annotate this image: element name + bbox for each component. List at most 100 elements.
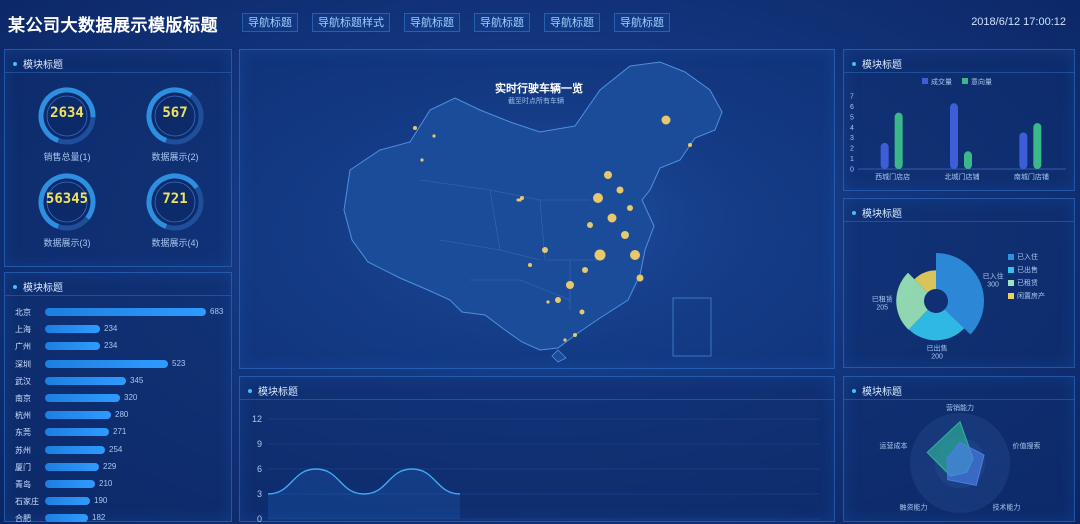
bullet-icon	[852, 61, 856, 66]
slice-label: 已入住	[983, 271, 1004, 280]
city-bar	[45, 308, 206, 316]
city-row: 苏州 254	[15, 444, 235, 456]
city-name: 南京	[15, 394, 31, 403]
line-panel: 模块标题 0 3 6 9 12	[239, 376, 835, 523]
radar-panel: 模块标题 营销能力 价值搜索 技术能力 融资能力 运营成本	[843, 376, 1075, 522]
line-chart: 0 3 6 9 12	[252, 414, 820, 523]
gauge-value: 567	[162, 105, 188, 121]
bar	[1019, 132, 1028, 169]
pie-panel: 模块标题 已入住 300 已出售 200 已租赁 205 已入住 已出售 已租赁 闲置房产	[843, 198, 1075, 368]
y-tick-label: 0	[850, 167, 854, 174]
panel-title: 模块标题	[862, 60, 902, 71]
city-name: 青岛	[15, 480, 31, 489]
city-value: 210	[99, 479, 113, 488]
legend-swatch	[1008, 267, 1014, 273]
y-tick-label: 6	[850, 104, 854, 111]
y-tick-label: 9	[257, 439, 262, 449]
city-bar	[45, 325, 100, 334]
cities-panel: 模块标题 北京 683 上海 234 广州 234 深圳 523 武汉 345 南京 320 杭州 280…	[4, 272, 235, 524]
panel-title: 模块标题	[862, 209, 902, 220]
city-name: 厦门	[15, 462, 31, 472]
gauge-label: 数据展示(3)	[43, 238, 91, 248]
gauge-1: 2634 销售总量(1)	[37, 86, 97, 163]
legend-label: 已入住	[1017, 252, 1038, 261]
bullet-icon	[852, 210, 856, 215]
panel-title: 模块标题	[23, 60, 63, 71]
legend-label: 已租赁	[1017, 278, 1038, 287]
city-value: 683	[210, 307, 224, 316]
panel-title: 模块标题	[23, 283, 63, 294]
bullet-icon	[248, 388, 252, 393]
header: 某公司大数据展示模版标题 导航标题 导航标题样式 导航标题 导航标题 导航标题 …	[0, 0, 1080, 46]
legend-label: 成交量	[931, 77, 952, 86]
city-row: 北京 683	[15, 306, 235, 318]
city-row: 上海 234	[15, 323, 235, 335]
gauge-value: 721	[162, 191, 188, 207]
legend-swatch	[922, 78, 928, 84]
y-tick-label: 6	[257, 464, 262, 474]
x-tick-label: 南城门店铺	[1014, 172, 1049, 181]
city-name: 武汉	[15, 376, 31, 386]
legend-swatch	[1008, 254, 1014, 260]
bullet-icon	[13, 284, 17, 289]
city-name: 东莞	[15, 428, 31, 438]
radar-indicator: 融资能力	[900, 503, 928, 512]
gauge-label: 数据展示(2)	[151, 152, 199, 162]
y-tick-label: 2	[850, 146, 854, 153]
city-value: 190	[94, 496, 108, 506]
slice-value: 300	[987, 281, 999, 288]
city-row: 广州 234	[15, 340, 235, 352]
city-bar	[45, 462, 99, 471]
y-tick-label: 12	[252, 414, 262, 424]
page-title: 某公司大数据展示模版标题	[8, 16, 218, 35]
city-row: 武汉 345	[15, 375, 235, 387]
y-tick-label: 5	[850, 114, 854, 121]
gauge-label: 数据展示(4)	[151, 238, 199, 248]
city-value: 254	[109, 444, 123, 454]
city-name: 北京	[15, 308, 31, 317]
city-bar	[45, 480, 95, 488]
city-row: 青岛 210	[15, 478, 235, 490]
map-title: 实时行驶车辆一览	[495, 83, 583, 95]
pie-chart: 已入住300已出售200已租赁205已入住已出售已租赁闲置房产	[872, 252, 1045, 360]
y-tick-label: 4	[850, 125, 854, 132]
bar	[880, 142, 889, 169]
radar-indicator: 运营成本	[880, 441, 908, 450]
y-tick-label: 3	[257, 489, 262, 499]
radar-indicator: 技术能力	[992, 503, 1020, 512]
city-bar	[45, 342, 100, 351]
radar-indicator: 营销能力	[946, 403, 974, 412]
top-nav: 导航标题 导航标题样式 导航标题 导航标题 导航标题 导航标题	[242, 13, 670, 32]
city-bar	[45, 394, 120, 402]
bullet-icon	[13, 61, 17, 66]
city-bar	[45, 428, 109, 437]
nav-item-6[interactable]: 导航标题	[614, 13, 670, 32]
legend-swatch	[1008, 280, 1014, 286]
gauge-value: 2634	[50, 105, 84, 121]
slice-value: 205	[876, 304, 888, 311]
map-subtitle: 截至时点所有车辆	[508, 98, 564, 105]
city-bar	[45, 359, 168, 368]
nav-item-5[interactable]: 导航标题	[544, 13, 600, 32]
city-row: 石家庄 190	[15, 495, 235, 507]
city-row: 东莞 271	[15, 426, 235, 438]
slice-label: 已出售	[927, 343, 948, 352]
city-value: 182	[92, 513, 106, 523]
bar	[1033, 123, 1042, 169]
nav-item-1[interactable]: 导航标题	[242, 13, 298, 32]
y-tick-label: 7	[850, 94, 854, 101]
gauge-label: 销售总量(1)	[43, 152, 91, 162]
legend-label: 闲置房产	[1017, 291, 1045, 300]
nav-item-2[interactable]: 导航标题样式	[312, 13, 390, 32]
city-name: 合肥	[15, 514, 31, 524]
nav-item-3[interactable]: 导航标题	[404, 13, 460, 32]
x-tick-label: 北城门店铺	[945, 172, 980, 181]
city-name: 杭州	[15, 411, 31, 421]
city-row: 合肥 182	[15, 512, 235, 524]
radar-chart: 营销能力价值搜索技术能力 融资能力 运营成本	[880, 403, 1040, 513]
city-name: 石家庄	[15, 497, 39, 507]
y-tick-label: 3	[850, 135, 854, 142]
city-row: 杭州 280	[15, 409, 235, 421]
legend-swatch	[1008, 293, 1014, 299]
nav-item-4[interactable]: 导航标题	[474, 13, 530, 32]
